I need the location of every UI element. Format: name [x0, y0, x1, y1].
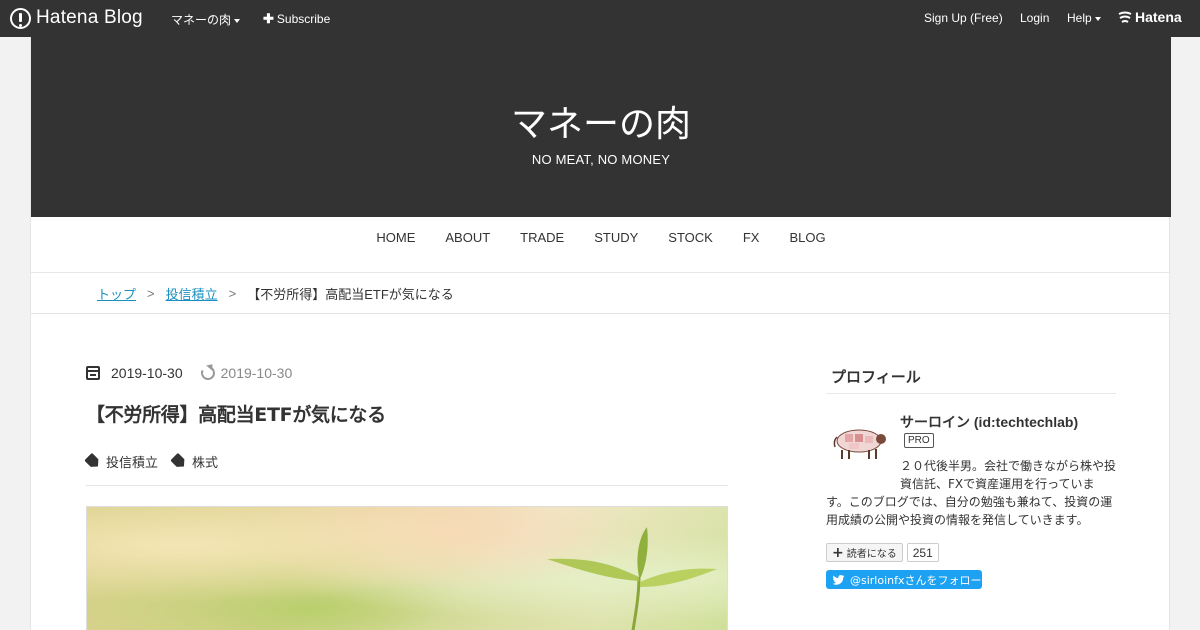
- hatena-brand-link[interactable]: Hatena: [1118, 9, 1182, 25]
- nav-item-fx[interactable]: FX: [728, 230, 775, 245]
- nav-divider: [31, 257, 1171, 273]
- breadcrumb: トップ > 投信積立 > 【不労所得】高配当ETFが気になる: [31, 274, 1171, 314]
- twitter-follow-label: @sirloinfxさんをフォロー: [850, 573, 982, 587]
- twitter-bird-icon: [832, 574, 845, 585]
- hatena-logo-icon: [10, 7, 31, 29]
- reader-count: 251: [906, 543, 939, 562]
- refresh-icon: [198, 364, 217, 382]
- category-label: 株式: [192, 456, 219, 471]
- category-link[interactable]: 株式: [172, 452, 218, 471]
- brand-text: Hatena: [1135, 9, 1182, 25]
- reader-button[interactable]: + 読者になる: [826, 543, 903, 562]
- chevron-down-icon: [1094, 16, 1101, 21]
- breadcrumb-category-link[interactable]: 投信積立: [166, 284, 218, 303]
- calendar-icon: [86, 366, 100, 380]
- blog-menu[interactable]: マネーの肉: [171, 11, 241, 28]
- blog-description: NO MEAT, NO MONEY: [531, 152, 671, 167]
- hatena-blog-logo[interactable]: Hatena Blog: [10, 7, 143, 29]
- nav-item-blog[interactable]: BLOG: [774, 230, 840, 245]
- breadcrumb-separator: >: [147, 286, 155, 301]
- date-updated: 2019-10-30: [220, 365, 293, 381]
- article-divider: [86, 485, 728, 486]
- login-link[interactable]: Login: [1020, 11, 1049, 25]
- plus-icon: ✚: [263, 11, 274, 26]
- chevron-down-icon: [234, 18, 241, 23]
- pro-badge[interactable]: PRO: [904, 433, 934, 448]
- reader-button-label: 読者になる: [846, 549, 897, 560]
- twitter-follow-button[interactable]: @sirloinfxさんをフォロー: [826, 570, 982, 589]
- entry-dates: 2019-10-30 2019-10-30: [86, 364, 293, 382]
- subscribe-reader: + 読者になる 251: [826, 543, 939, 562]
- blog-menu-label: マネーの肉: [171, 13, 232, 27]
- nav-item-study[interactable]: STUDY: [579, 230, 653, 245]
- profile-name[interactable]: サーロイン (id:techtechlab): [900, 412, 1078, 432]
- tag-icon: [84, 453, 102, 471]
- breadcrumb-current: 【不労所得】高配当ETFが気になる: [247, 287, 454, 302]
- sprout-image: [547, 527, 717, 630]
- hatena-topbar: Hatena Blog マネーの肉 ✚ Subscribe Sign Up (Fr…: [0, 0, 1200, 37]
- profile-module-title: プロフィール: [826, 366, 1116, 394]
- category-label: 投信積立: [106, 456, 159, 471]
- breadcrumb-separator: >: [228, 286, 237, 301]
- help-menu[interactable]: Help: [1067, 11, 1101, 25]
- nav-item-home[interactable]: HOME: [361, 230, 430, 245]
- nav-item-stock[interactable]: STOCK: [653, 230, 728, 245]
- blog-title[interactable]: マネーの肉: [31, 95, 1171, 147]
- blog-header: マネーの肉 NO MEAT, NO MONEY: [31, 37, 1171, 217]
- logo-text: Hatena Blog: [36, 7, 143, 28]
- hatena-brand-icon: [1118, 11, 1132, 23]
- subscribe-button[interactable]: ✚ Subscribe: [263, 11, 330, 27]
- profile-description: ２０代後半男。会社で働きながら株や投資信託、FXで資産運用を行っています。このブ…: [826, 457, 1116, 529]
- entry-title[interactable]: 【不労所得】高配当ETFが気になる: [86, 400, 728, 427]
- blog-container: マネーの肉 NO MEAT, NO MONEY HOME ABOUT TRADE…: [30, 37, 1171, 630]
- date-published[interactable]: 2019-10-30: [111, 365, 183, 381]
- help-label: Help: [1067, 11, 1092, 25]
- category-link[interactable]: 投信積立: [86, 452, 158, 471]
- entry-categories: 投信積立 株式: [86, 452, 232, 471]
- breadcrumb-top-link[interactable]: トップ: [97, 284, 136, 303]
- plus-icon: +: [832, 544, 844, 561]
- eyecatch-image: [86, 506, 728, 630]
- global-nav: HOME ABOUT TRADE STUDY STOCK FX BLOG: [31, 217, 1171, 257]
- nav-item-about[interactable]: ABOUT: [430, 230, 505, 245]
- tag-icon: [170, 453, 188, 471]
- nav-item-trade[interactable]: TRADE: [505, 230, 579, 245]
- signup-link[interactable]: Sign Up (Free): [924, 11, 1003, 25]
- subscribe-label: Subscribe: [276, 12, 331, 26]
